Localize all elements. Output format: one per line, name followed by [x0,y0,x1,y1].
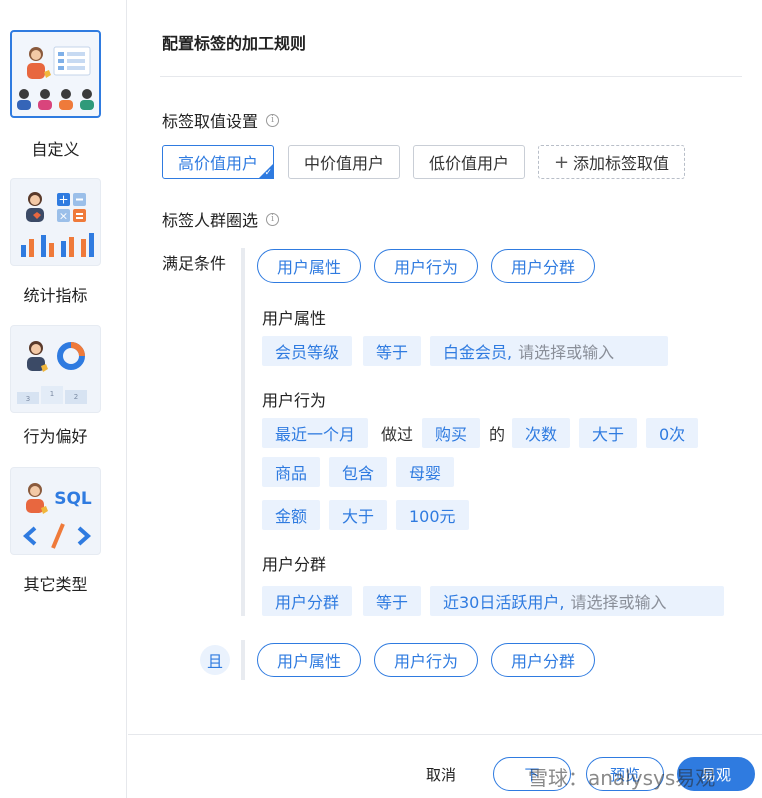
behavior-product-operator-select[interactable]: 包含 [329,457,388,487]
main-panel: 配置标签的加工规则 标签取值设置 i 高价值用户 ✓ 中价值用户 低价值用户 +… [128,0,762,798]
and-group-bar [241,640,245,680]
footer-divider [128,734,762,735]
and-filter-type-user-attribute-button[interactable]: 用户属性 [257,643,361,677]
section-title-text: 标签人群圈选 [162,211,259,230]
segment-value-placeholder: 请选择或输入 [570,593,667,612]
sidebar: 自定义 + × 统计指标 3 1 2 行为偏好 SQL 其它类型 [0,0,127,798]
behavior-compare-select[interactable]: 大于 [579,418,638,448]
attribute-value-input[interactable]: 白金会员, 请选择或输入 [430,336,668,366]
sidebar-item-custom[interactable]: 自定义 [10,30,101,159]
custom-people-icon [10,30,101,118]
add-tag-value-label: 添加标签取值 [573,154,670,173]
and-logic-toggle[interactable]: 且 [200,645,230,675]
confirm-button[interactable]: 易观 [677,757,755,791]
tag-values-section-title: 标签取值设置 i [162,108,280,132]
attribute-operator-select[interactable]: 等于 [363,336,422,366]
info-icon[interactable]: i [266,113,280,127]
behavior-product-field-select[interactable]: 商品 [262,457,321,487]
filter-type-user-attribute-button[interactable]: 用户属性 [257,249,361,283]
cancel-button[interactable]: 取消 [426,764,456,785]
statistics-calculator-icon: + × [10,178,101,266]
plus-icon: + [553,151,570,173]
tag-value-label: 中价值用户 [303,154,384,173]
tag-value-label: 高价值用户 [177,154,258,173]
tag-value-option-low[interactable]: 低价值用户 [413,145,525,179]
preview-button[interactable]: 预览 [586,757,664,791]
podium-number: 2 [74,393,78,401]
tag-value-label: 低价值用户 [428,154,509,173]
segment-field-select[interactable]: 用户分群 [262,586,353,616]
behavior-group-title: 用户行为 [262,391,327,410]
page-title: 配置标签的加工规则 [162,34,307,53]
sql-text: SQL [54,489,92,509]
sidebar-item-label: 统计指标 [23,286,88,305]
behavior-action-select[interactable]: 购买 [422,418,481,448]
condition-label: 满足条件 [162,254,227,273]
previous-button[interactable]: 下 [493,757,571,791]
behavior-amount-operator-select[interactable]: 大于 [329,500,388,530]
sidebar-item-label: 行为偏好 [23,427,88,446]
behavior-did-text: 做过 [381,425,414,444]
svg-text:×: × [59,210,68,223]
podium-number: 3 [26,395,30,403]
section-title-text: 标签取值设置 [162,112,259,131]
sidebar-item-label: 其它类型 [23,575,88,594]
segment-value-input[interactable]: 近30日活跃用户, 请选择或输入 [430,586,724,616]
crowd-section-title: 标签人群圈选 i [162,207,280,231]
sidebar-item-label: 自定义 [31,140,80,159]
and-filter-type-user-behavior-button[interactable]: 用户行为 [374,643,478,677]
add-tag-value-button[interactable]: + 添加标签取值 [538,145,685,179]
filter-type-user-behavior-button[interactable]: 用户行为 [374,249,478,283]
tag-value-option-medium[interactable]: 中价值用户 [288,145,400,179]
svg-text:+: + [58,193,68,207]
behavior-metric-select[interactable]: 次数 [512,418,571,448]
behavior-amount-value-input[interactable]: 100元 [396,500,469,530]
sidebar-item-statistics[interactable]: + × 统计指标 [10,178,101,305]
behavior-podium-icon: 3 1 2 [10,325,101,413]
segment-group-title: 用户分群 [262,555,327,574]
sidebar-item-other[interactable]: SQL 其它类型 [10,467,101,594]
segment-operator-select[interactable]: 等于 [363,586,422,616]
behavior-amount-field-select[interactable]: 金额 [262,500,321,530]
tag-value-option-high[interactable]: 高价值用户 ✓ [162,145,274,179]
podium-number: 1 [50,390,54,398]
condition-group-bar [241,248,245,616]
filter-type-user-segment-button[interactable]: 用户分群 [491,249,595,283]
attribute-value-text: 白金会员, [443,343,513,362]
info-icon[interactable]: i [266,212,280,226]
check-icon: ✓ [264,168,272,178]
sidebar-item-behavior[interactable]: 3 1 2 行为偏好 [10,325,101,446]
segment-value-text: 近30日活跃用户, [443,593,565,612]
behavior-product-value-input[interactable]: 母婴 [396,457,455,487]
behavior-amount-input[interactable]: 0次 [646,418,699,448]
behavior-of-text: 的 [489,425,506,444]
and-filter-type-user-segment-button[interactable]: 用户分群 [491,643,595,677]
sql-code-icon: SQL [10,467,101,555]
attribute-group-title: 用户属性 [262,309,327,328]
attribute-field-select[interactable]: 会员等级 [262,336,353,366]
title-divider [160,76,742,77]
behavior-period-select[interactable]: 最近一个月 [262,418,369,448]
attribute-value-placeholder: 请选择或输入 [518,343,615,362]
